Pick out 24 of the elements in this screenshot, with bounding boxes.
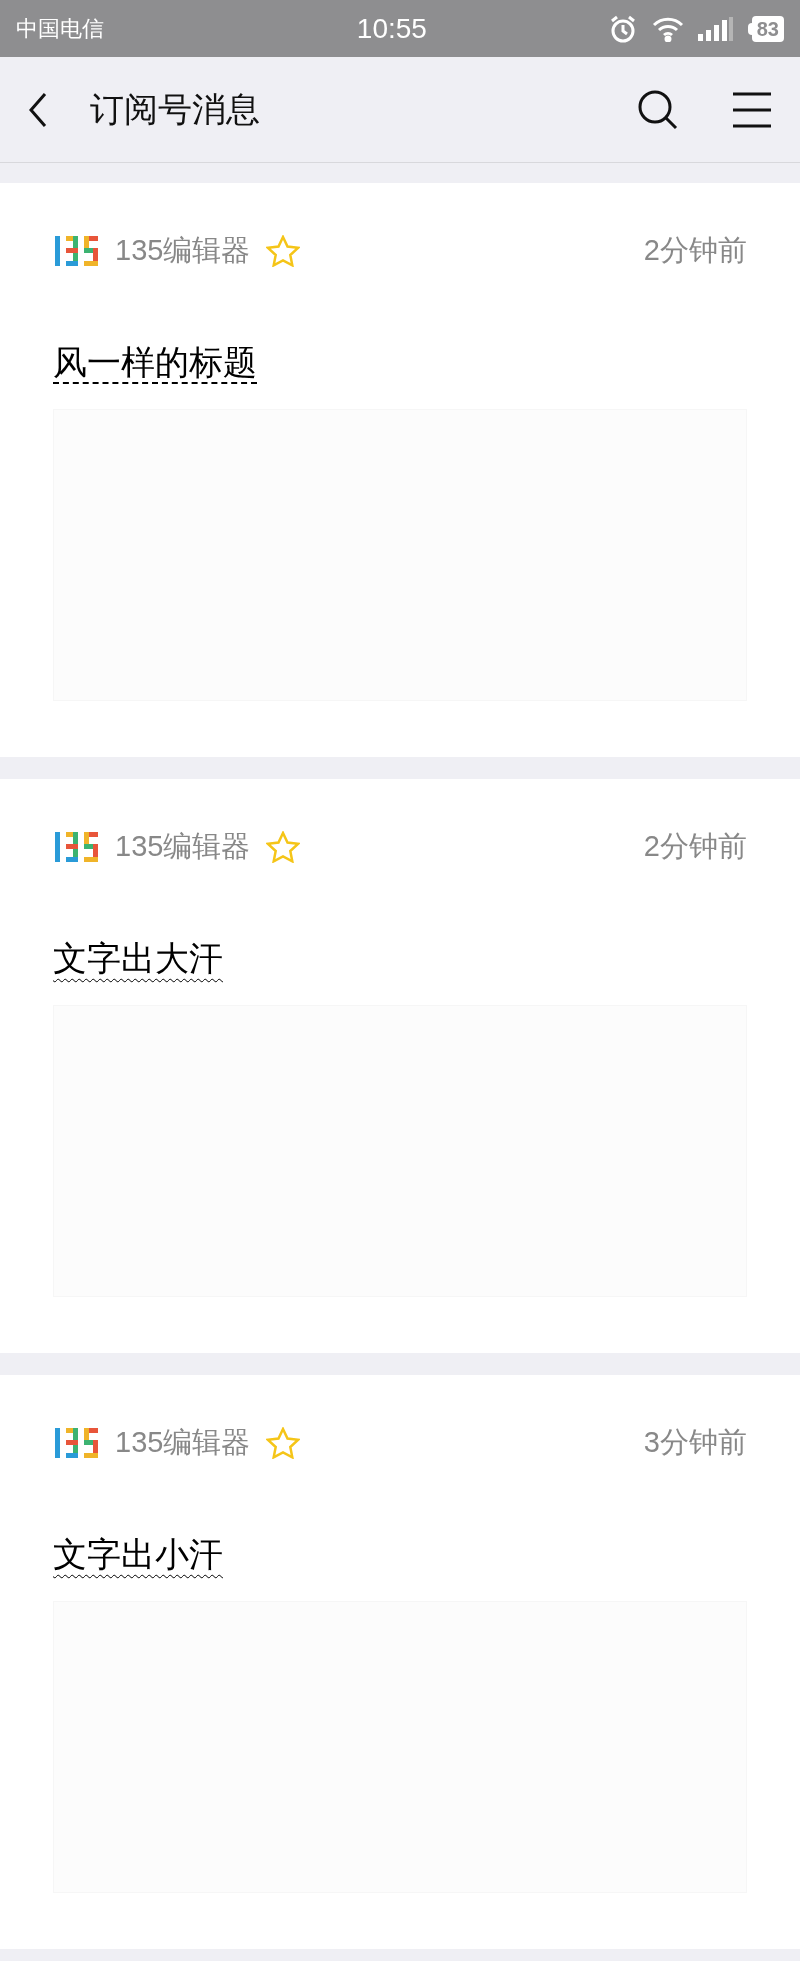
clock-text: 10:55 [355,11,428,46]
message-card[interactable]: 135编辑器 3分钟前 文字出小汗 [0,1375,800,1949]
battery-indicator: 83 [747,15,784,42]
message-card[interactable]: 135编辑器 2分钟前 文字出大汗 [0,779,800,1353]
star-icon[interactable] [266,831,301,863]
carrier-text: 中国电信 [16,15,105,43]
star-icon[interactable] [266,235,301,267]
signal-icon [697,15,734,42]
logo-icon [53,233,101,269]
logo-icon [53,829,101,865]
account-name: 135编辑器 [115,829,251,865]
message-card[interactable]: 135编辑器 2分钟前 风一样的标题 [0,183,800,757]
star-icon[interactable] [266,1427,301,1459]
message-time: 2分钟前 [643,829,747,865]
message-time: 2分钟前 [643,233,747,269]
message-title: 文字出大汗 [53,938,223,979]
message-title: 文字出小汗 [53,1534,223,1575]
wifi-icon [651,15,684,42]
logo-icon [53,1425,101,1461]
account-name: 135编辑器 [115,233,251,269]
message-time: 3分钟前 [643,1425,747,1461]
message-title: 风一样的标题 [53,342,257,383]
account-name: 135编辑器 [115,1425,251,1461]
page-title: 订阅号消息 [90,89,261,130]
